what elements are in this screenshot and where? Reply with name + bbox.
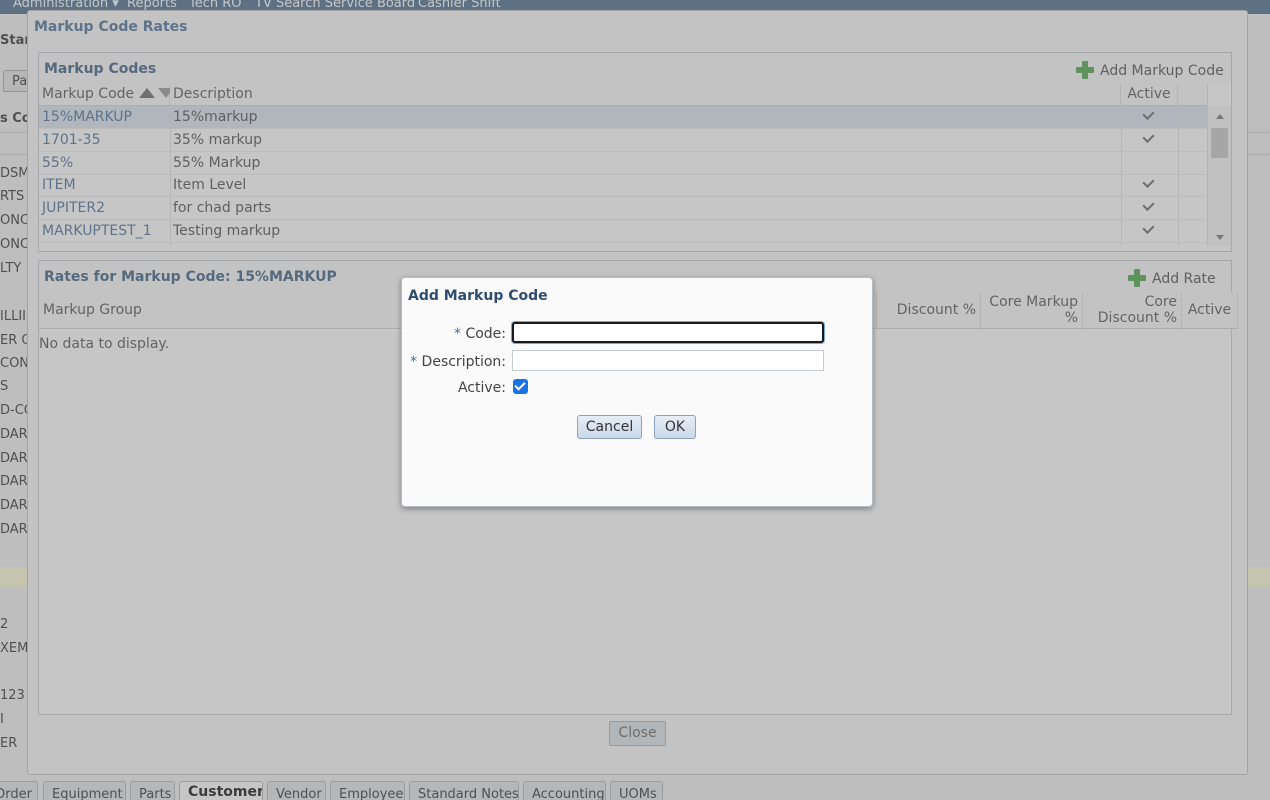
- active-label: Active:: [457, 380, 506, 396]
- description-label-text: Description:: [421, 354, 506, 370]
- description-input[interactable]: [512, 350, 824, 371]
- add-markup-code-dialog: Add Markup Code * Code: * Description: A…: [401, 277, 873, 507]
- dialog-title: Add Markup Code: [408, 288, 548, 304]
- required-marker: *: [453, 326, 461, 342]
- active-checkbox[interactable]: [513, 379, 528, 394]
- cancel-button[interactable]: Cancel: [577, 415, 642, 439]
- code-label-text: Code:: [465, 326, 506, 342]
- description-label: * Description:: [410, 354, 506, 370]
- required-marker: *: [410, 354, 418, 370]
- code-label: * Code:: [454, 326, 506, 342]
- ok-button[interactable]: OK: [654, 415, 696, 439]
- code-input[interactable]: [512, 322, 824, 343]
